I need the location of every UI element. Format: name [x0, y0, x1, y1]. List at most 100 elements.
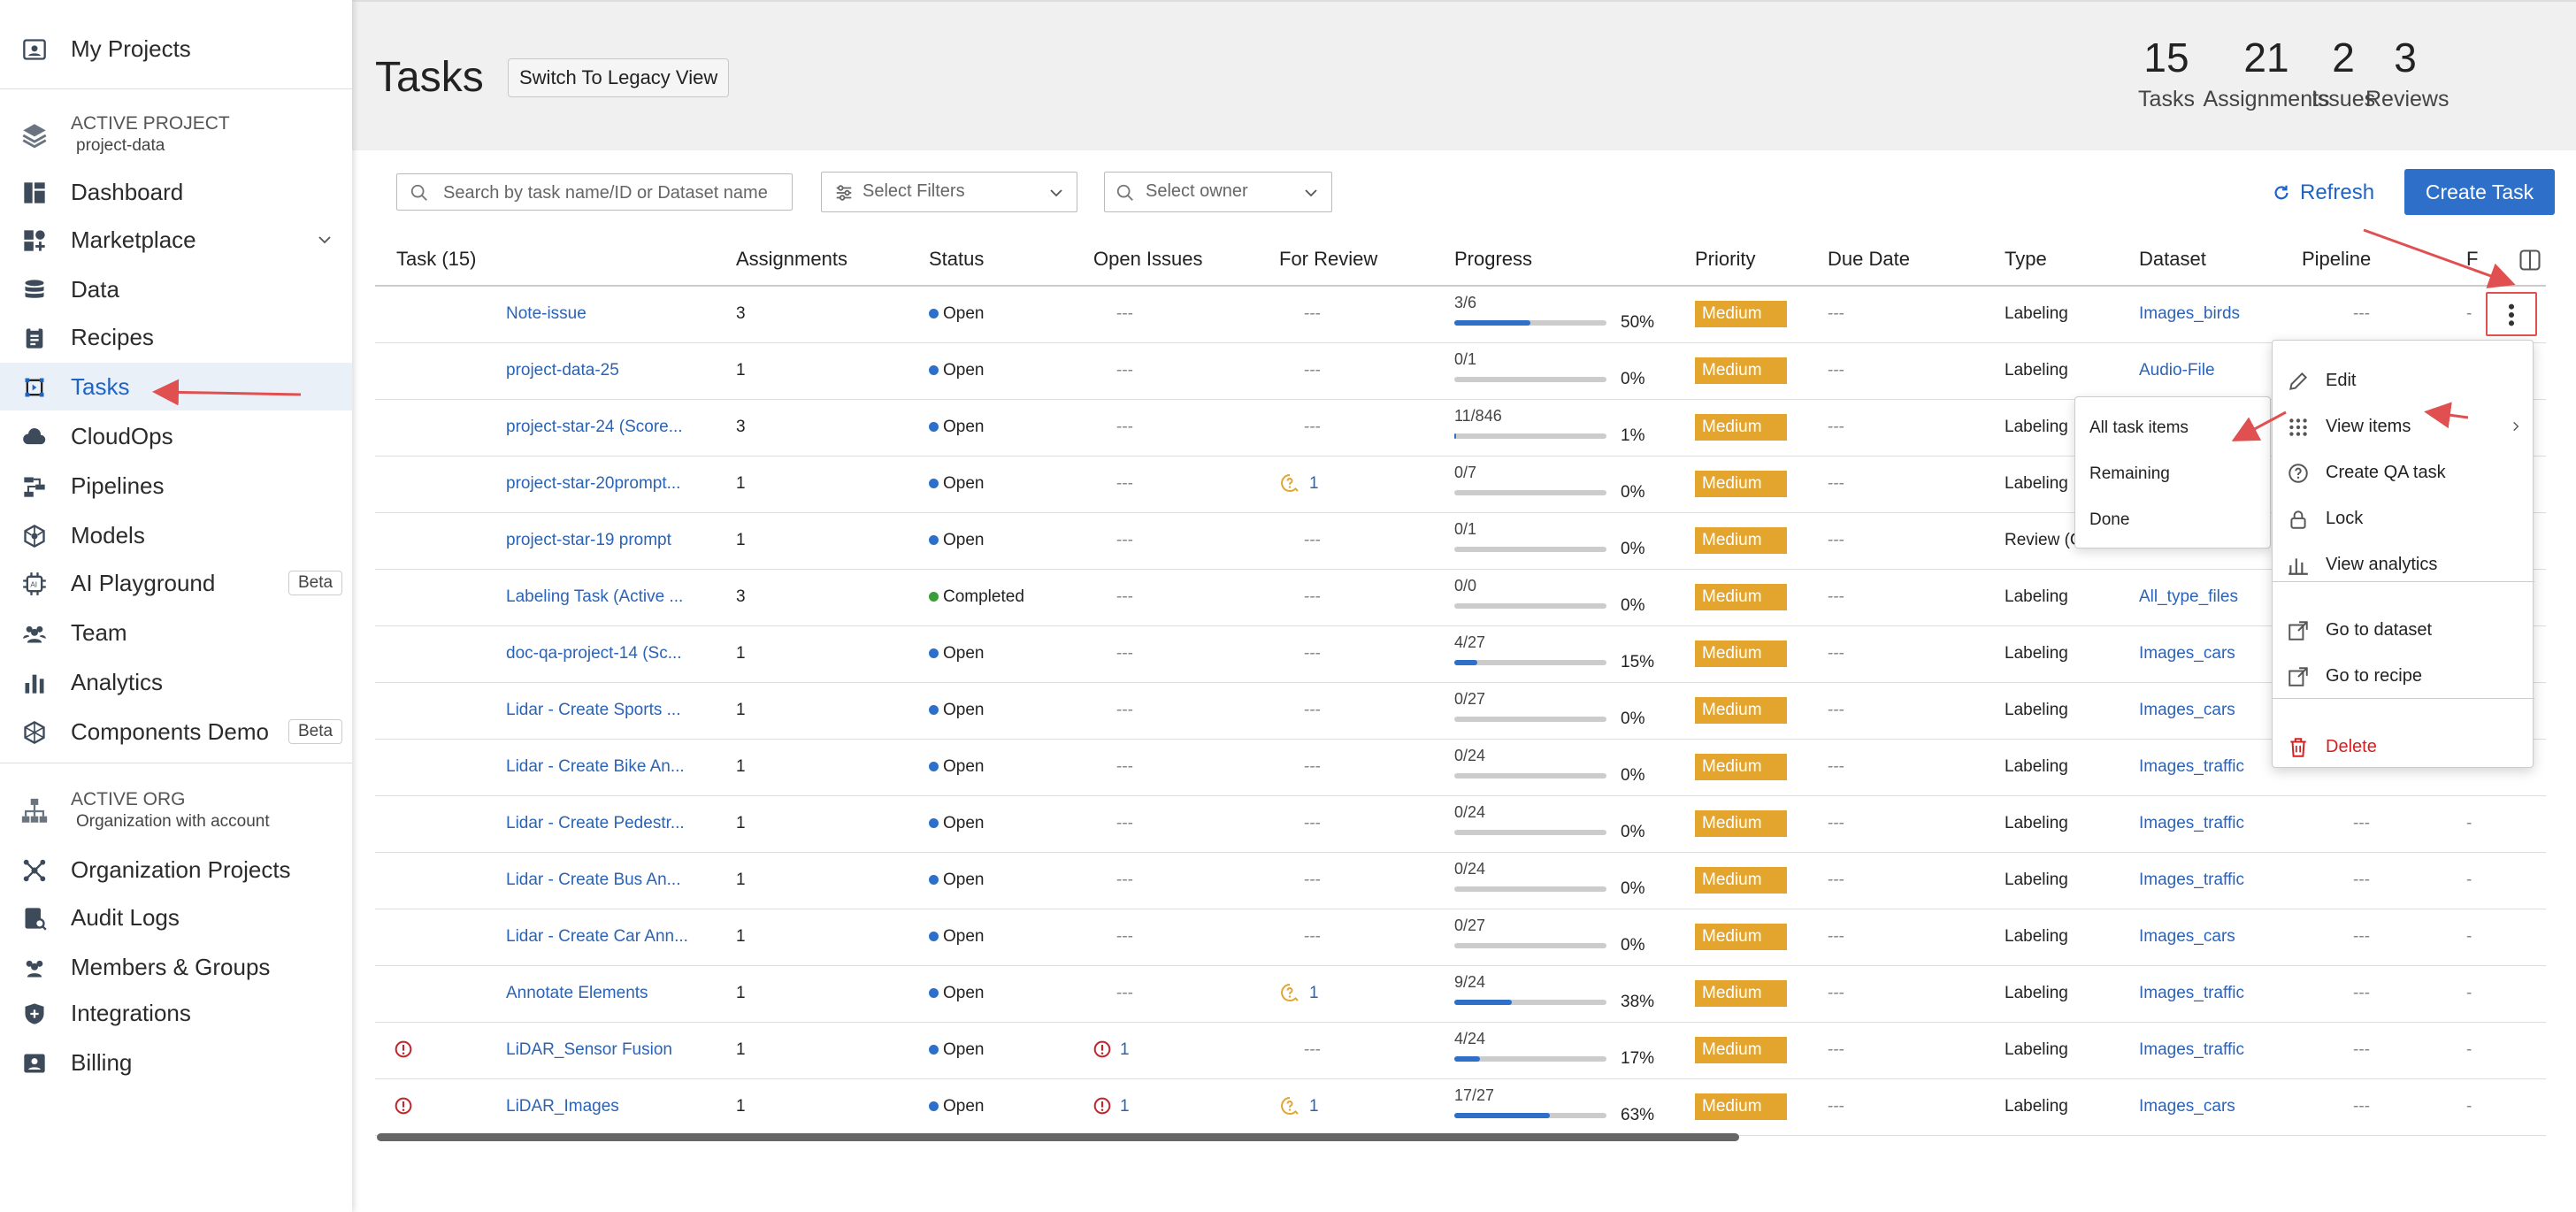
- column-header[interactable]: Priority: [1695, 248, 1755, 271]
- dataset-link[interactable]: Images_traffic: [2139, 984, 2244, 1003]
- open-issues-link[interactable]: 1: [1120, 1097, 1130, 1116]
- dataset-link[interactable]: Images_traffic: [2139, 871, 2244, 890]
- column-header[interactable]: Task (15): [396, 248, 476, 271]
- dataset-link[interactable]: Images_cars: [2139, 1097, 2235, 1116]
- sidebar-item-members-groups[interactable]: Members & Groups: [0, 943, 352, 991]
- table-row[interactable]: Annotate Elements 1 Open --- 1 9/24 38% Medium -…: [375, 966, 2546, 1023]
- sidebar-item-team[interactable]: Team: [0, 609, 352, 656]
- table-row[interactable]: LiDAR_Images 1 Open 1 1 17/27 63% Medium --- Labe…: [375, 1079, 2546, 1136]
- for-review-link[interactable]: 1: [1309, 984, 1319, 1003]
- column-header[interactable]: Open Issues: [1093, 248, 1203, 271]
- dataset-link[interactable]: Images_cars: [2139, 927, 2235, 947]
- sidebar-item-integrations[interactable]: Integrations: [0, 989, 352, 1037]
- submenu-item[interactable]: All task items: [2089, 418, 2189, 438]
- task-name-link[interactable]: project-star-20prompt...: [506, 474, 680, 494]
- open-issues-link[interactable]: 1: [1120, 1040, 1130, 1060]
- menu-item-view-items[interactable]: View items: [2273, 404, 2534, 449]
- column-header[interactable]: Type: [2005, 248, 2047, 271]
- table-row[interactable]: project-data-25 1 Open --- --- 0/1 0% Medium ---…: [375, 343, 2546, 400]
- table-row[interactable]: Note-issue 3 Open --- --- 3/6 50% Medium --- Labe…: [375, 287, 2546, 343]
- menu-item-go-to-dataset[interactable]: Go to dataset: [2273, 608, 2534, 652]
- menu-item-create-qa-task[interactable]: Create QA task: [2273, 450, 2534, 495]
- task-name-link[interactable]: Note-issue: [506, 304, 586, 324]
- column-header[interactable]: For Review: [1279, 248, 1377, 271]
- sidebar-item-organization-projects[interactable]: Organization Projects: [0, 846, 352, 894]
- dataset-link[interactable]: Images_cars: [2139, 644, 2235, 664]
- dataset-link[interactable]: Images_cars: [2139, 701, 2235, 720]
- task-name-link[interactable]: Lidar - Create Sports ...: [506, 701, 680, 720]
- sidebar-item-components-demo[interactable]: Components Demo Beta: [0, 708, 352, 756]
- open-issues-value: ---: [1116, 984, 1133, 1002]
- task-name-link[interactable]: Lidar - Create Pedestr...: [506, 814, 685, 833]
- task-name-link[interactable]: project-star-19 prompt: [506, 531, 671, 550]
- column-header[interactable]: F: [2466, 248, 2478, 271]
- create-task-button[interactable]: Create Task: [2404, 169, 2555, 215]
- submenu-item[interactable]: Done: [2089, 510, 2129, 530]
- menu-item-view-analytics[interactable]: View analytics: [2273, 542, 2534, 587]
- switch-legacy-view-button[interactable]: Switch To Legacy View: [508, 58, 730, 97]
- sidebar-item-dashboard[interactable]: Dashboard: [0, 168, 352, 216]
- task-name-link[interactable]: LiDAR_Images: [506, 1097, 619, 1116]
- progress-fraction: 3/6: [1454, 294, 1477, 311]
- task-name-link[interactable]: Lidar - Create Car Ann...: [506, 927, 688, 947]
- menu-item-edit[interactable]: Edit: [2273, 358, 2534, 403]
- sidebar-item-audit-logs[interactable]: Audit Logs: [0, 894, 352, 941]
- sidebar-divider: [0, 88, 352, 89]
- dataset-link[interactable]: Images_traffic: [2139, 814, 2244, 833]
- table-row[interactable]: Labeling Task (Active ... 3 Completed --- --…: [375, 570, 2546, 626]
- sidebar-item-billing[interactable]: Billing: [0, 1039, 352, 1086]
- table-row[interactable]: Lidar - Create Pedestr... 1 Open --- --- 0/24…: [375, 796, 2546, 853]
- dataset-link[interactable]: Images_birds: [2139, 304, 2240, 324]
- task-name-link[interactable]: project-data-25: [506, 361, 619, 380]
- filters-select[interactable]: Select Filters: [821, 172, 1077, 212]
- sidebar-item-ai-playground[interactable]: AI AI Playground Beta: [0, 559, 352, 607]
- task-name-link[interactable]: LiDAR_Sensor Fusion: [506, 1040, 672, 1060]
- column-header[interactable]: Pipeline: [2302, 248, 2371, 271]
- menu-item-delete[interactable]: Delete: [2273, 725, 2534, 769]
- progress-bar: [1454, 943, 1606, 948]
- sidebar-item-marketplace[interactable]: Marketplace: [0, 216, 352, 264]
- table-row[interactable]: Lidar - Create Bus An... 1 Open --- --- 0/24 0…: [375, 853, 2546, 909]
- sidebar-item-tasks[interactable]: Tasks: [0, 363, 352, 410]
- column-header[interactable]: Due Date: [1828, 248, 1910, 271]
- task-name-link[interactable]: project-star-24 (Score...: [506, 418, 683, 437]
- task-name-link[interactable]: Annotate Elements: [506, 984, 648, 1003]
- submenu-item[interactable]: Remaining: [2089, 464, 2170, 484]
- for-review-link[interactable]: 1: [1309, 474, 1319, 494]
- chevron-down-icon[interactable]: [317, 232, 333, 248]
- search-input[interactable]: Search by task name/ID or Dataset name: [396, 173, 793, 211]
- row-actions-button[interactable]: [2486, 292, 2537, 336]
- horizontal-scrollbar[interactable]: [377, 1133, 1739, 1141]
- column-header[interactable]: Status: [929, 248, 984, 271]
- dataset-link[interactable]: Images_traffic: [2139, 757, 2244, 777]
- dataset-link[interactable]: Audio-File: [2139, 361, 2215, 380]
- task-name-link[interactable]: Labeling Task (Active ...: [506, 587, 683, 607]
- task-name-link[interactable]: Lidar - Create Bus An...: [506, 871, 681, 890]
- column-header[interactable]: Assignments: [736, 248, 847, 271]
- column-header[interactable]: Dataset: [2139, 248, 2206, 271]
- sidebar-item-my-projects[interactable]: My Projects: [0, 25, 352, 73]
- dataset-link[interactable]: Images_traffic: [2139, 1040, 2244, 1060]
- column-settings-icon[interactable]: [2518, 248, 2542, 272]
- column-header[interactable]: Progress: [1454, 248, 1532, 271]
- sidebar-item-models[interactable]: Models: [0, 511, 352, 559]
- menu-item-lock[interactable]: Lock: [2273, 496, 2534, 541]
- table-row[interactable]: Lidar - Create Car Ann... 1 Open --- --- 0/27…: [375, 909, 2546, 966]
- sidebar-item-analytics[interactable]: Analytics: [0, 658, 352, 706]
- owner-select[interactable]: Select owner: [1104, 172, 1332, 212]
- sidebar-item-cloudops[interactable]: CloudOps: [0, 412, 352, 460]
- task-name-link[interactable]: Lidar - Create Bike An...: [506, 757, 685, 777]
- menu-item-go-to-recipe[interactable]: Go to recipe: [2273, 654, 2534, 698]
- dataset-link[interactable]: All_type_files: [2139, 587, 2238, 607]
- for-review-link[interactable]: 1: [1309, 1097, 1319, 1116]
- table-row[interactable]: LiDAR_Sensor Fusion 1 Open 1 --- 4/24 17% Mediu…: [375, 1023, 2546, 1079]
- sidebar-item-recipes[interactable]: Recipes: [0, 313, 352, 361]
- table-row[interactable]: doc-qa-project-14 (Sc... 1 Open --- --- 4/27 1…: [375, 626, 2546, 683]
- sidebar-item-pipelines[interactable]: Pipelines: [0, 462, 352, 510]
- refresh-button[interactable]: Refresh: [2272, 177, 2374, 209]
- sidebar-item-data[interactable]: Data: [0, 265, 352, 313]
- table-row[interactable]: Lidar - Create Sports ... 1 Open --- --- 0/27…: [375, 683, 2546, 740]
- priority-badge: Medium: [1695, 301, 1787, 327]
- task-name-link[interactable]: doc-qa-project-14 (Sc...: [506, 644, 682, 664]
- table-row[interactable]: Lidar - Create Bike An... 1 Open --- --- 0/24…: [375, 740, 2546, 796]
